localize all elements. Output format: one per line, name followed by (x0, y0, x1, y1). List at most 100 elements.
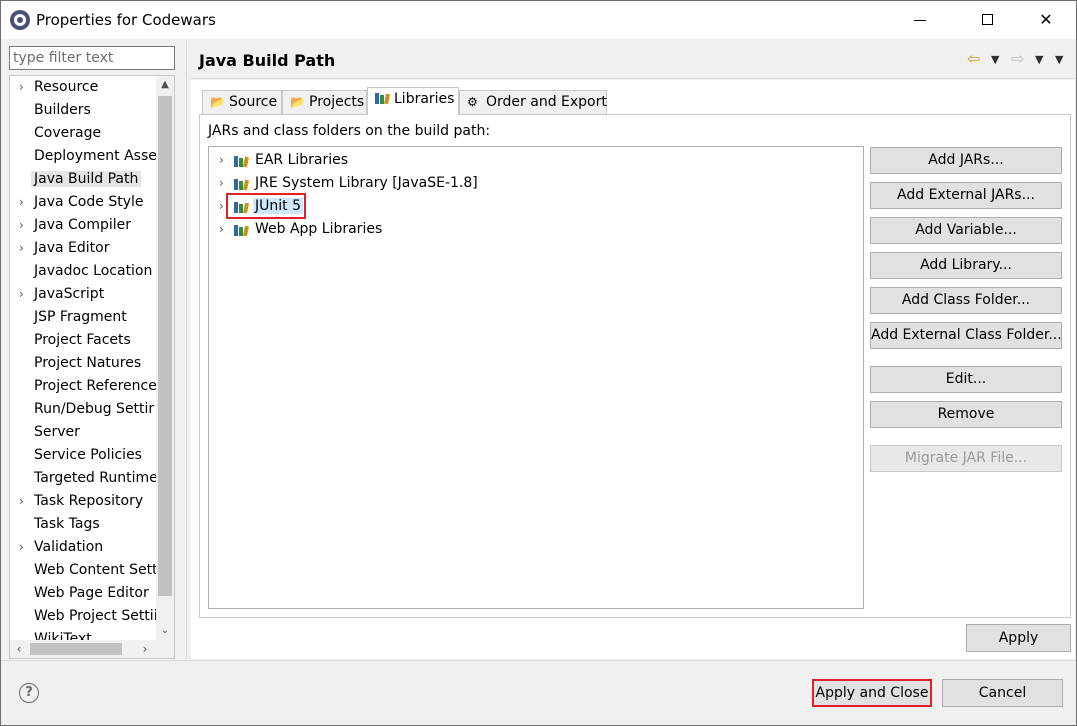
expand-chevron-icon[interactable]: › (219, 195, 224, 218)
tree-horizontal-scrollbar[interactable]: ‹ › (10, 640, 174, 658)
expand-chevron-icon[interactable]: › (19, 191, 24, 214)
back-arrow-icon[interactable]: ⇦ (967, 49, 980, 68)
nav-item[interactable]: Web Page Editor (10, 582, 156, 605)
add-variable-button[interactable]: Add Variable... (870, 217, 1062, 244)
minimize-icon (914, 20, 926, 21)
remove-button[interactable]: Remove (870, 401, 1062, 428)
nav-item-label: Deployment Asse (34, 148, 157, 164)
nav-item-label: JavaScript (34, 286, 105, 302)
nav-item[interactable]: Targeted Runtime (10, 467, 158, 490)
junit5-highlight (226, 193, 306, 219)
nav-item[interactable]: Project Facets (10, 329, 156, 352)
page-header: Java Build Path ⇦ ▼ ⇨ ▼ ▼ (191, 41, 1075, 79)
scrollbar-thumb[interactable] (158, 96, 172, 596)
scrollbar-thumb[interactable] (30, 643, 122, 655)
help-icon[interactable]: ? (19, 683, 39, 703)
expand-chevron-icon[interactable]: › (219, 218, 224, 241)
nav-item[interactable]: Builders (10, 99, 156, 122)
nav-item-label: Javadoc Location (34, 263, 153, 279)
back-dropdown-icon[interactable]: ▼ (991, 53, 999, 66)
nav-item-label: Web Content Sett (34, 562, 158, 578)
nav-item[interactable]: › Validation (10, 536, 156, 559)
footer-divider (1, 660, 1076, 661)
expand-chevron-icon[interactable]: › (219, 172, 224, 195)
nav-item[interactable]: Javadoc Location (10, 260, 156, 283)
nav-item[interactable]: Web Content Sett (10, 559, 158, 582)
library-icon (234, 225, 249, 237)
view-menu-icon[interactable]: ▼ (1055, 53, 1063, 66)
expand-chevron-icon[interactable]: › (19, 490, 24, 513)
panel-divider[interactable] (186, 41, 187, 659)
expand-chevron-icon[interactable]: › (19, 536, 24, 559)
nav-item[interactable]: › Resource (10, 76, 156, 99)
nav-item-label: Java Build Path (31, 171, 142, 187)
migrate-jar-button[interactable]: Migrate JAR File... (870, 445, 1062, 472)
nav-item-label: Validation (34, 539, 104, 555)
add-class-folder-button[interactable]: Add Class Folder... (870, 287, 1062, 314)
nav-item[interactable]: Project Reference (10, 375, 157, 398)
projects-folder-icon: 📂 (290, 95, 305, 109)
apply-and-close-button[interactable]: Apply and Close (812, 679, 932, 707)
source-folder-icon: 📂 (210, 95, 225, 109)
nav-item-label: Java Compiler (34, 217, 132, 233)
expand-chevron-icon[interactable]: › (19, 76, 24, 99)
nav-item[interactable]: Project Natures (10, 352, 156, 375)
cancel-button[interactable]: Cancel (942, 679, 1063, 707)
minimize-button[interactable] (897, 1, 943, 39)
scroll-up-icon[interactable]: ▲ (156, 76, 174, 94)
tab-source[interactable]: 📂 Source (202, 90, 282, 114)
maximize-icon (982, 14, 993, 25)
nav-item[interactable]: › Java Code Style (10, 191, 156, 214)
maximize-button[interactable] (964, 1, 1010, 39)
nav-item[interactable]: › Java Editor (10, 237, 156, 260)
build-path-label: JARs and class folders on the build path… (208, 123, 491, 139)
properties-dialog: Properties for Codewars ✕ › Resource Build… (0, 0, 1077, 726)
expand-chevron-icon[interactable]: › (19, 283, 24, 306)
nav-item[interactable]: Deployment Asse (10, 145, 157, 168)
tab-projects[interactable]: 📂 Projects (282, 90, 367, 114)
tree-vertical-scrollbar[interactable]: ▲ ⌄ (156, 76, 174, 640)
nav-item-label: Builders (34, 102, 91, 118)
scroll-right-icon[interactable]: › (136, 640, 154, 658)
nav-item[interactable]: Java Build Path (10, 168, 156, 191)
window-title: Properties for Codewars (36, 11, 216, 29)
libraries-tree: › EAR Libraries › JRE System Library [Ja… (208, 146, 864, 609)
nav-item-label: Project Reference (34, 378, 157, 394)
filter-input[interactable] (9, 46, 175, 70)
nav-item-label: Project Facets (34, 332, 131, 348)
forward-dropdown-icon[interactable]: ▼ (1035, 53, 1043, 66)
library-item-jre[interactable]: › JRE System Library [JavaSE-1.8] (217, 172, 478, 195)
nav-item[interactable]: › Task Repository (10, 490, 156, 513)
expand-chevron-icon[interactable]: › (19, 214, 24, 237)
nav-item[interactable]: JSP Fragment (10, 306, 156, 329)
apply-button[interactable]: Apply (966, 624, 1071, 652)
nav-item[interactable]: Service Policies (10, 444, 156, 467)
library-item-ear[interactable]: › EAR Libraries (217, 149, 348, 172)
expand-chevron-icon[interactable]: › (219, 149, 224, 172)
nav-item-label: Coverage (34, 125, 102, 141)
page-title: Java Build Path (199, 51, 336, 70)
tab-libraries[interactable]: Libraries (367, 87, 459, 115)
add-external-class-folder-button[interactable]: Add External Class Folder... (870, 322, 1062, 349)
library-item-webapp[interactable]: › Web App Libraries (217, 218, 382, 241)
forward-arrow-icon[interactable]: ⇨ (1011, 49, 1024, 68)
nav-item[interactable]: Server (10, 421, 156, 444)
scroll-down-icon[interactable]: ⌄ (156, 622, 174, 640)
nav-item[interactable]: Task Tags (10, 513, 156, 536)
nav-item-label: JSP Fragment (34, 309, 127, 325)
add-jars-button[interactable]: Add JARs... (870, 147, 1062, 174)
tab-order-and-export[interactable]: ⚙ Order and Export (459, 90, 607, 114)
edit-button[interactable]: Edit... (870, 366, 1062, 393)
add-external-jars-button[interactable]: Add External JARs... (870, 182, 1062, 209)
nav-item[interactable]: › Java Compiler (10, 214, 156, 237)
close-button[interactable]: ✕ (1023, 1, 1069, 39)
scroll-left-icon[interactable]: ‹ (10, 640, 28, 658)
expand-chevron-icon[interactable]: › (19, 237, 24, 260)
nav-item-label: Server (34, 424, 80, 440)
add-library-button[interactable]: Add Library... (870, 252, 1062, 279)
nav-item-label: Web Page Editor (34, 585, 149, 601)
nav-item[interactable]: Web Project Settii (10, 605, 158, 628)
nav-item[interactable]: Coverage (10, 122, 156, 145)
nav-item[interactable]: › JavaScript (10, 283, 156, 306)
nav-item[interactable]: Run/Debug Settir (10, 398, 156, 421)
